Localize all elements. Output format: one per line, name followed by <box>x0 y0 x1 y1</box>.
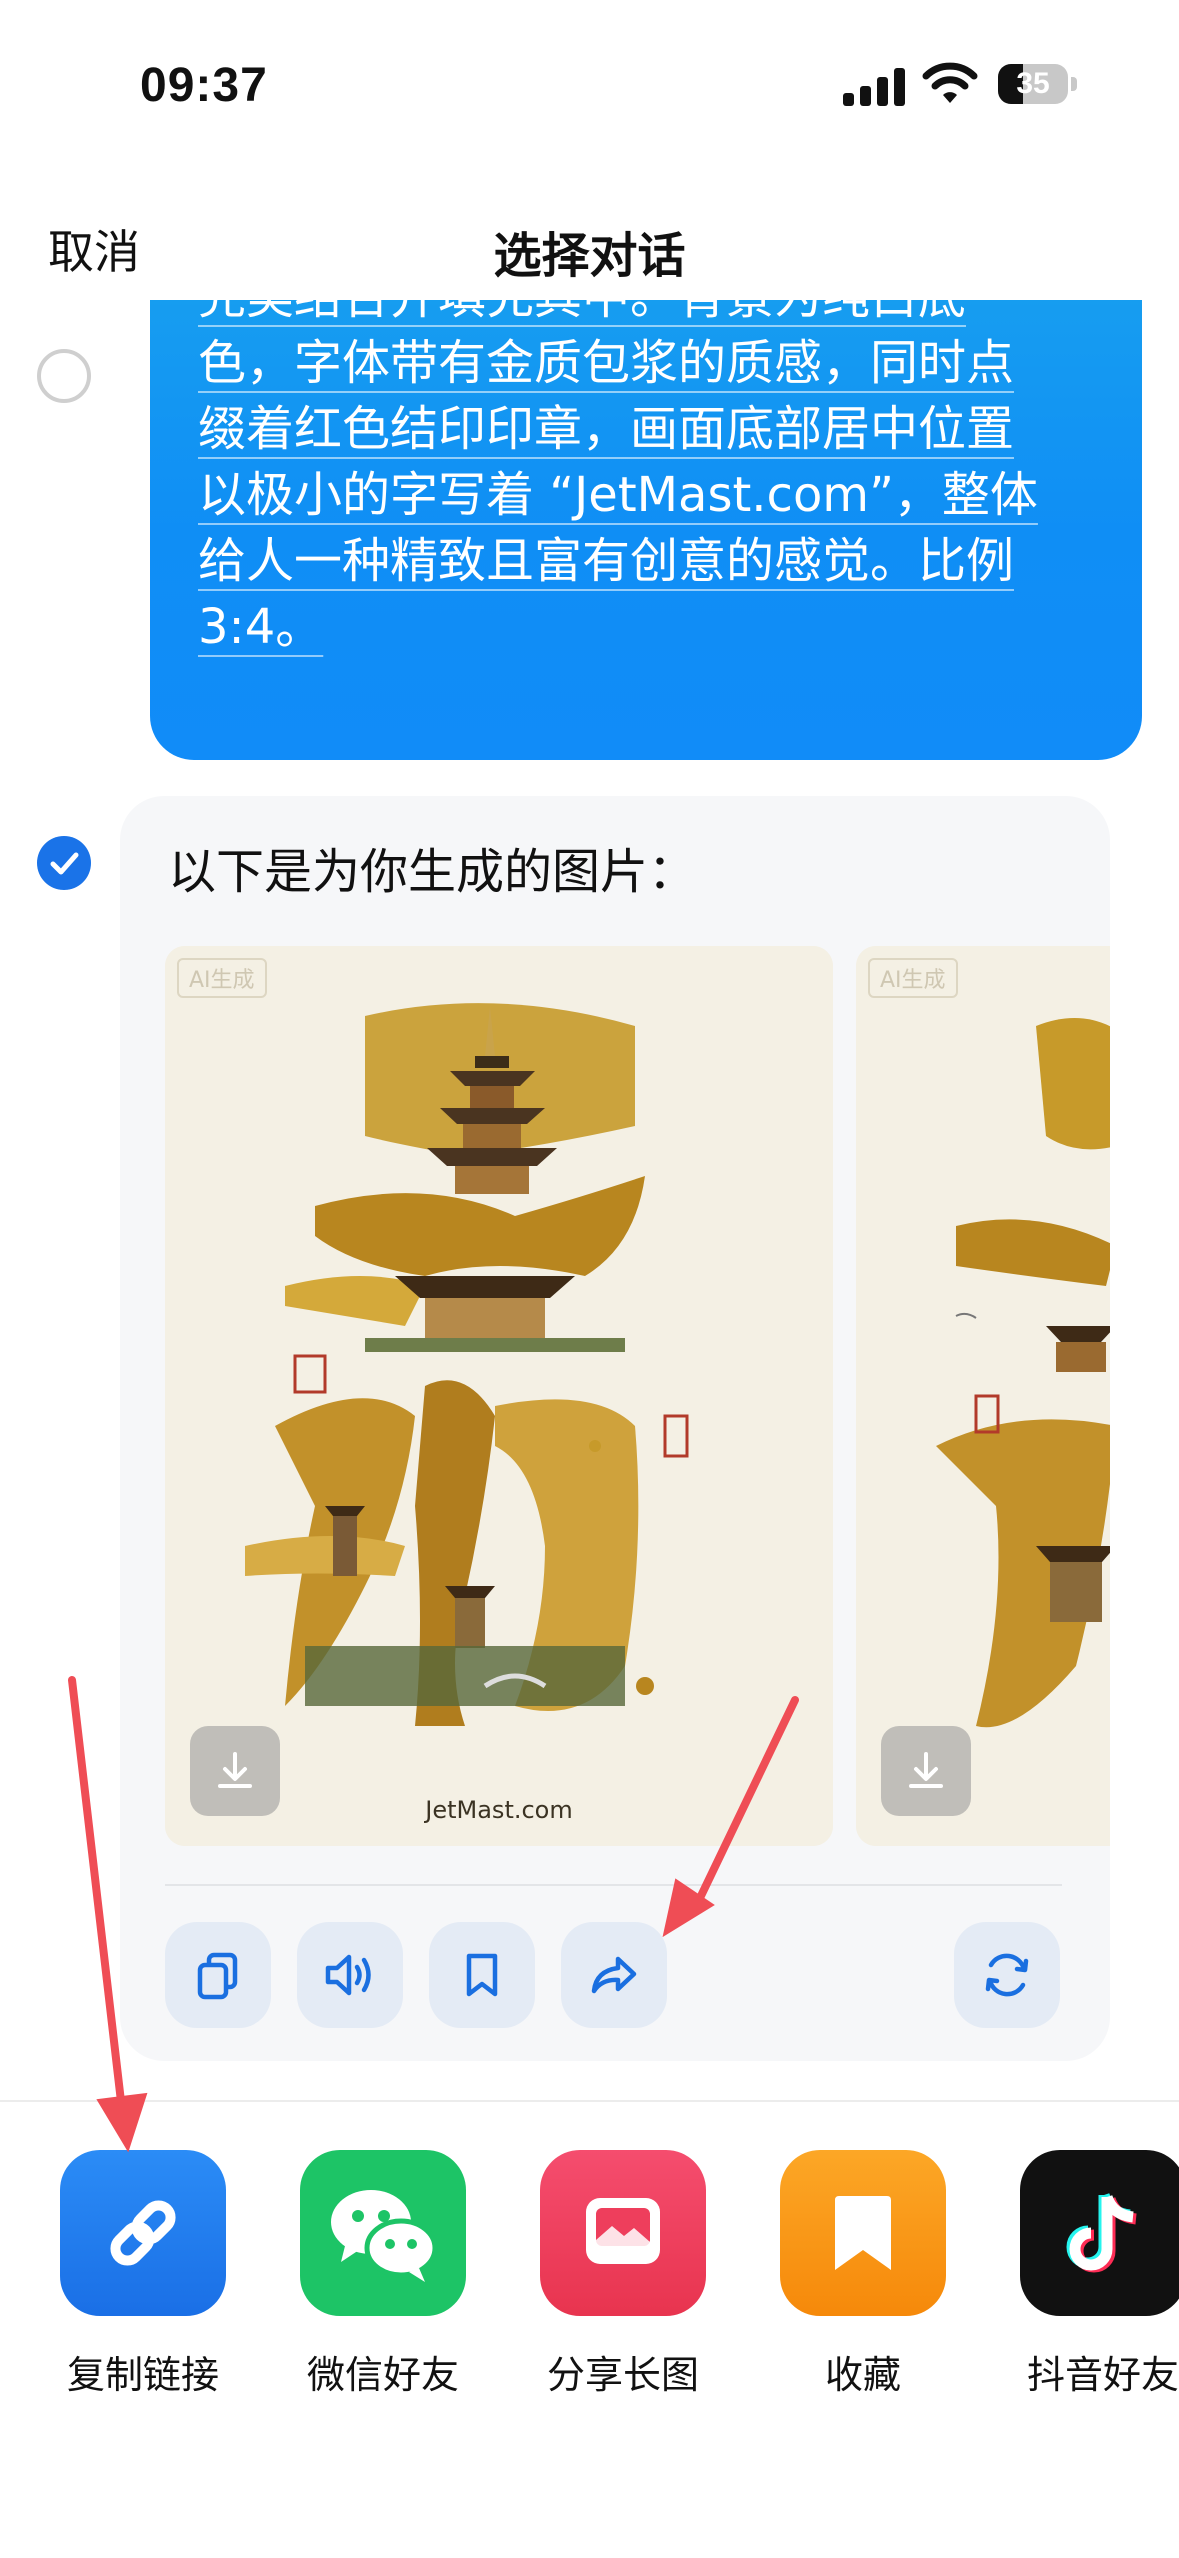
select-circle-ai-message[interactable] <box>37 836 91 890</box>
battery-icon: 35 <box>998 64 1078 104</box>
refresh-icon <box>985 1953 1029 1997</box>
bookmark-icon <box>780 2150 946 2316</box>
cancel-button[interactable]: 取消 <box>48 216 140 282</box>
image-icon <box>540 2150 706 2316</box>
generated-image[interactable]: AI生成 <box>856 946 1110 1846</box>
regenerate-button[interactable] <box>954 1922 1060 2028</box>
select-circle-user-message[interactable] <box>37 349 91 403</box>
download-button[interactable] <box>190 1726 280 1816</box>
page-title: 选择对话 <box>493 228 686 284</box>
status-bar: 09:37 35 <box>0 0 1179 170</box>
share-douyin-friend[interactable]: 抖音好友 <box>990 2150 1179 2410</box>
user-message-line: 完美结合并填充其中。背景为纯白底 <box>198 300 1092 330</box>
share-sheet: 复制链接 微信好友 分享长图 收藏 抖音好友 <box>0 2100 1179 2558</box>
speaker-icon <box>325 1954 371 1996</box>
calligraphy-artwork <box>165 946 833 1846</box>
ai-generated-badge: AI生成 <box>177 958 267 998</box>
share-copy-link[interactable]: 复制链接 <box>30 2150 230 2410</box>
share-favorite[interactable]: 收藏 <box>750 2150 950 2410</box>
wechat-icon <box>300 2150 466 2316</box>
user-message-line: 给人一种精致且富有创意的感觉。比例 <box>198 533 1015 589</box>
user-message-line: 色，字体带有金质包浆的质感，同时点 <box>198 335 1015 391</box>
status-time: 09:37 <box>140 59 268 112</box>
share-arrow-icon <box>591 1956 637 1994</box>
copy-button[interactable] <box>165 1922 271 2028</box>
user-message-line: 以极小的字写着 “JetMast.com”，整体 <box>198 467 1038 523</box>
generated-image[interactable]: AI生成 JetMast.com <box>165 946 833 1846</box>
bookmark-button[interactable] <box>429 1922 535 2028</box>
link-icon <box>60 2150 226 2316</box>
share-label: 微信好友 <box>306 2353 459 2397</box>
bookmark-icon <box>466 1953 498 1997</box>
ai-message-heading: 以下是为你生成的图片： <box>168 844 697 900</box>
share-label: 复制链接 <box>66 2353 219 2397</box>
wifi-icon <box>922 62 978 103</box>
speak-button[interactable] <box>297 1922 403 2028</box>
ai-generated-badge: AI生成 <box>868 958 958 998</box>
calligraphy-artwork <box>856 946 1110 1846</box>
share-long-image[interactable]: 分享长图 <box>510 2150 710 2410</box>
cellular-signal-icon <box>843 66 905 106</box>
copy-icon <box>197 1952 238 2000</box>
douyin-icon <box>1020 2150 1179 2316</box>
share-label: 分享长图 <box>546 2353 699 2397</box>
download-button[interactable] <box>881 1726 971 1816</box>
chat-list[interactable]: 完美结合并填充其中。背景为纯白底 色，字体带有金质包浆的质感，同时点 缀着红色结… <box>0 300 1179 2100</box>
user-message-line: 3:4。 <box>198 599 324 655</box>
checkmark-icon <box>50 852 79 875</box>
ai-message-card: 以下是为你生成的图片： AI生成 JetMast.com AI生成 <box>120 796 1110 2061</box>
user-message-line: 缀着红色结印印章，画面底部居中位置 <box>198 401 1015 457</box>
share-label: 抖音好友 <box>1026 2353 1179 2397</box>
divider <box>165 1884 1062 1886</box>
battery-level: 35 <box>1016 67 1050 100</box>
download-icon <box>218 1752 252 1788</box>
nav-bar: 选择对话 取消 <box>0 200 1179 290</box>
share-label: 收藏 <box>824 2353 901 2397</box>
user-message-bubble: 完美结合并填充其中。背景为纯白底 色，字体带有金质包浆的质感，同时点 缀着红色结… <box>150 300 1142 760</box>
share-wechat-friend[interactable]: 微信好友 <box>270 2150 470 2410</box>
share-button[interactable] <box>561 1922 667 2028</box>
download-icon <box>909 1752 943 1788</box>
